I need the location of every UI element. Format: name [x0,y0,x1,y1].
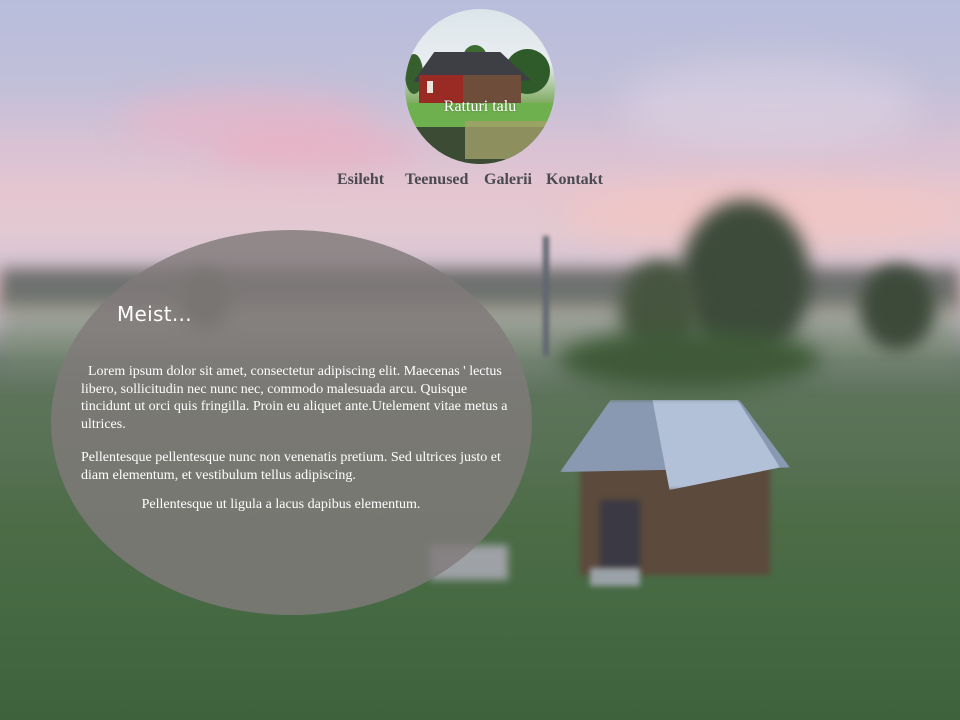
cloud [210,130,420,170]
nav-link-teenused[interactable]: Teenused [405,171,468,189]
cloud [620,60,920,150]
nav-link-galerii[interactable]: Galerii [484,171,532,189]
playhouse-step [590,568,640,586]
body-paragraph: Lorem ipsum dolor sit amet, consectetur … [81,364,512,432]
main-navigation: Esileht Teenused Galerii Kontakt [0,171,960,193]
playhouse-porch [600,500,640,570]
nav-link-esileht[interactable]: Esileht [337,171,384,189]
logo-reeds [465,121,555,159]
site-logo[interactable]: Ratturi talu [405,9,555,164]
tree [860,265,935,350]
nav-link-kontakt[interactable]: Kontakt [546,171,603,189]
bushes [560,330,820,390]
utility-pole [543,236,549,356]
body-paragraph: Pellentesque pellentesque nunc non venen… [81,450,501,483]
section-heading: Meist... [117,302,192,326]
body-paragraph-centered: Pellentesque ut ligula a lacus dapibus e… [141,497,421,512]
logo-text: Ratturi talu [443,98,517,115]
logo-barn-window [427,81,433,93]
